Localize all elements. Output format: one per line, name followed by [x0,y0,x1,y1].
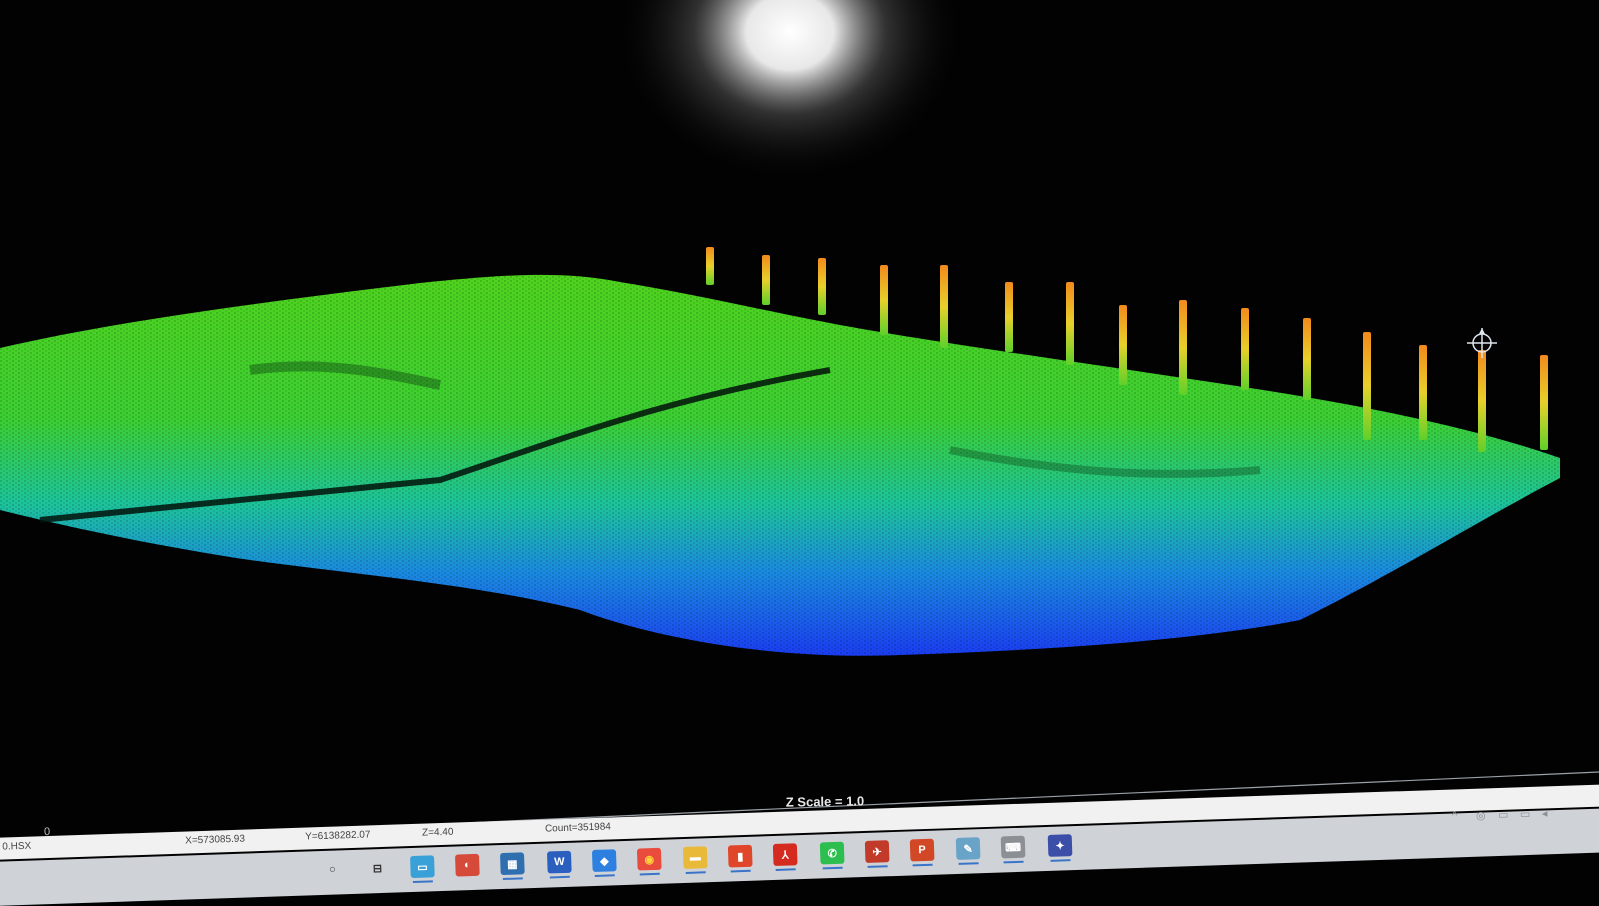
point-cloud-app-icon[interactable]: ✦ [1047,834,1073,857]
status-point-count: Count=351984 [544,821,612,835]
word-icon[interactable]: W [546,850,572,874]
point-cloud-viewport[interactable]: Z Scale = 1.0 0 [0,0,1599,899]
pile-column [880,265,888,335]
screen-glare [615,0,965,182]
seabed-texture [0,274,1560,656]
pile-column [1303,318,1311,400]
status-x-coordinate: X=573085.93 [185,833,246,847]
sonar-app-icon[interactable]: ✈ [864,840,890,863]
notes-icon[interactable]: ✎ [955,837,981,860]
pile-column [1419,345,1427,440]
pile-column [1005,282,1013,352]
calculator-icon[interactable]: ▦ [499,852,525,876]
explorer-icon[interactable]: ▭ [410,855,435,879]
pile-column [1478,350,1486,452]
pile-column [1119,305,1127,385]
task-view-icon[interactable]: ⊟ [365,857,390,880]
office-icon[interactable]: ▮ [727,844,753,868]
status-y-coordinate: Y=6138282.07 [304,829,371,843]
acrobat-icon[interactable]: ⅄ [772,843,798,867]
folder-icon[interactable]: ▬ [682,846,708,870]
pile-column [762,255,770,305]
tray-volume-icon[interactable]: ◂ [1542,807,1548,820]
tray-location-icon[interactable]: ◎ [1476,809,1486,822]
point-cloud-view[interactable] [0,0,1599,899]
chrome-icon[interactable]: ◉ [636,847,662,871]
pile-column [1179,300,1187,395]
pile-column [940,265,948,348]
system-tray: ^ ◎ ▭ ▭ ◂ [1452,804,1573,828]
navigation-cursor-icon[interactable] [1467,328,1497,358]
keyboard-icon[interactable]: ⌨ [1000,835,1026,859]
pile-column [1540,355,1548,450]
status-file: 0.HSX [2,840,32,853]
tray-chevron-icon[interactable]: ^ [1452,810,1458,822]
z-scale-label: Z Scale = 1.0 [785,793,865,810]
pile-column [1066,282,1074,365]
pile-column [706,247,714,285]
powerpoint-icon[interactable]: P [909,838,935,862]
app-orb-icon[interactable]: ◐ [455,853,480,877]
tray-network-icon[interactable]: ▭ [1520,807,1531,820]
pile-column [818,258,826,315]
dropbox-icon[interactable]: ◆ [591,849,617,873]
pile-column [1241,308,1249,390]
tray-battery-icon[interactable]: ▭ [1498,808,1509,821]
pile-column [1363,332,1371,440]
status-z-value: Z=4.40 [421,826,454,839]
whatsapp-icon[interactable]: ✆ [819,841,845,865]
search-icon[interactable]: ○ [320,858,345,881]
